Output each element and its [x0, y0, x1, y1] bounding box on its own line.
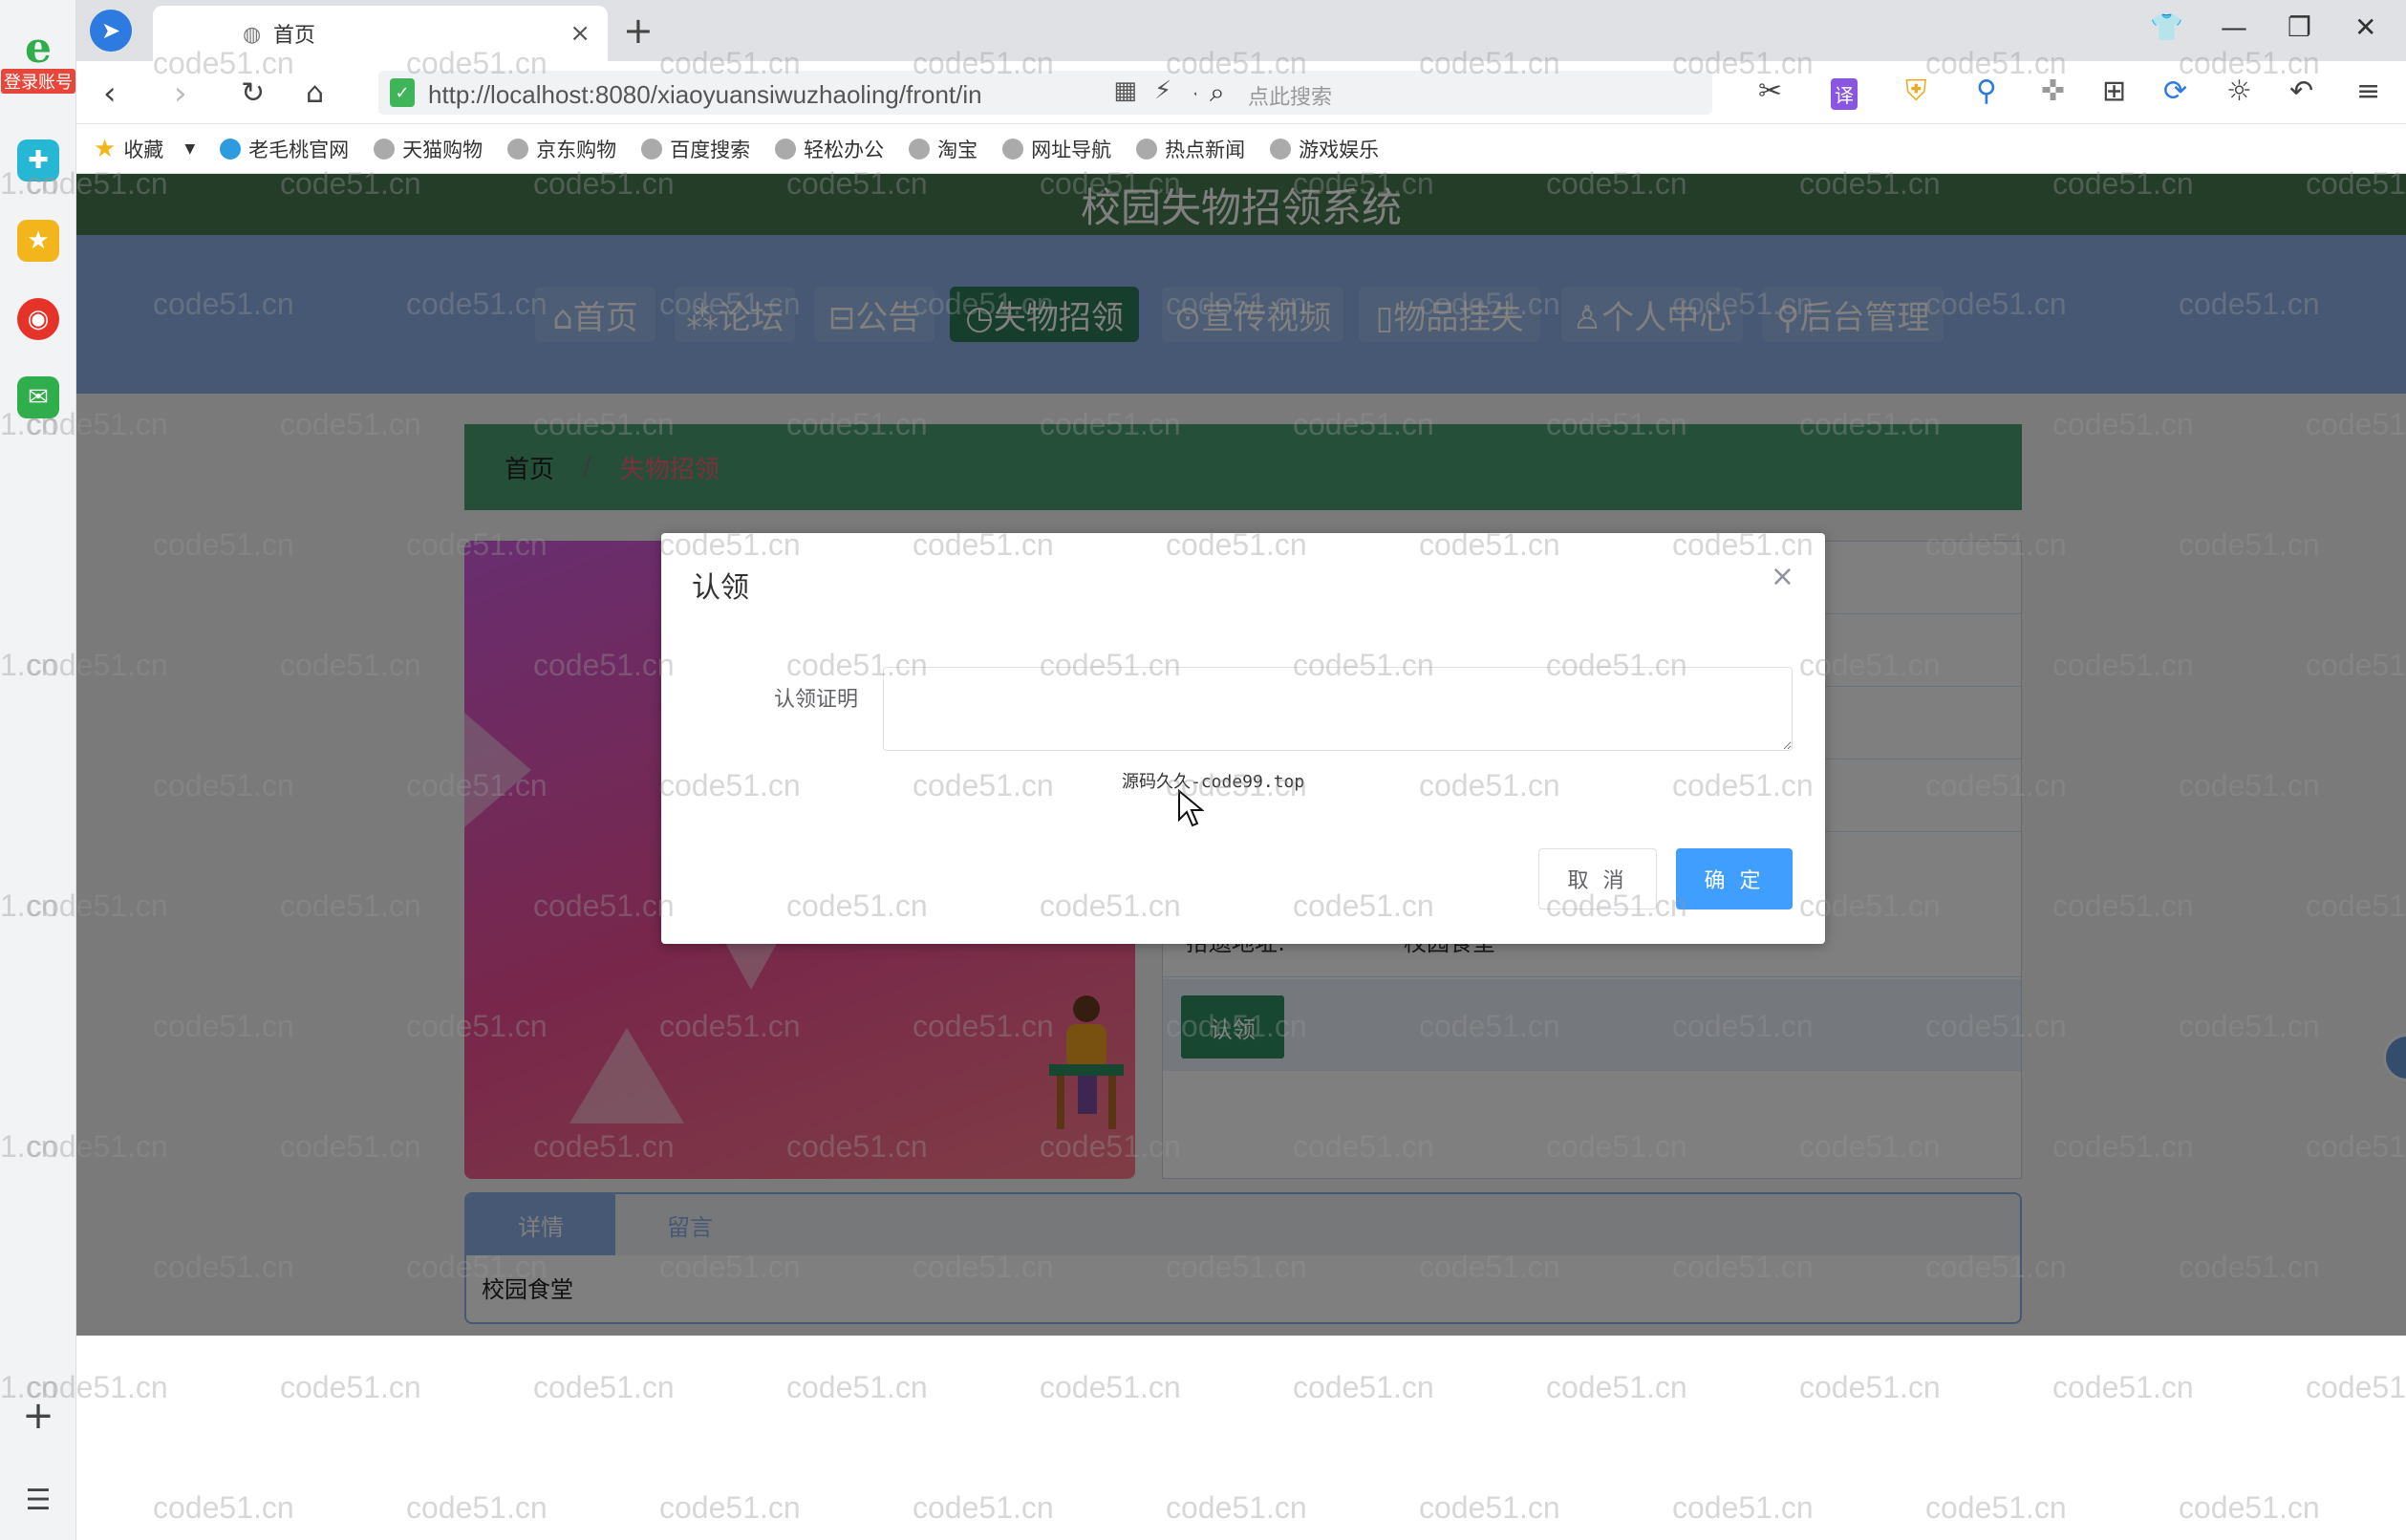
claim-dialog: 认领 × 认领证明 源码久久-code99.top 取 消 确 定 — [661, 533, 1825, 944]
close-tab-icon[interactable]: × — [569, 19, 591, 48]
watermark-text: code51.cn — [659, 1490, 801, 1525]
coupon-shield-icon[interactable]: ⛨ — [1905, 75, 1927, 108]
bookmark-favorites[interactable]: ★ 收藏 ▼ — [94, 135, 195, 163]
star-icon: ★ — [94, 134, 117, 163]
globe-icon — [909, 138, 931, 160]
app-sidebar: e 登录账号 ✚ ★ ◉ ✉ + ☰ — [0, 0, 76, 1540]
watermark-text: code51.cn — [1925, 1490, 2067, 1525]
globe-icon — [1136, 138, 1158, 160]
bookmark-item[interactable]: 游戏娱乐 — [1270, 135, 1379, 163]
plus-app-icon[interactable]: ✚ — [17, 139, 59, 182]
source-note: 源码久久-code99.top — [1122, 772, 1305, 792]
sync-icon[interactable]: ⟳ — [2163, 75, 2187, 108]
bookmark-item[interactable]: 天猫购物 — [374, 135, 483, 163]
bookmark-item[interactable]: 京东购物 — [507, 135, 616, 163]
undo-icon[interactable]: ↶ — [2289, 75, 2313, 108]
watermark-text: code51.cn — [280, 1370, 421, 1404]
watermark-text: code51.cn — [1419, 1490, 1560, 1525]
scissors-icon[interactable]: ✂ — [1758, 75, 1782, 108]
mouse-cursor-icon — [1177, 788, 1205, 837]
globe-icon — [641, 138, 663, 160]
close-window-icon[interactable]: ✕ — [2354, 11, 2376, 43]
new-tab-icon[interactable]: + — [623, 10, 654, 52]
chevron-down-icon[interactable]: ▼ — [184, 141, 195, 157]
translate-icon[interactable]: 译 — [1831, 78, 1858, 110]
forward-icon[interactable]: › — [174, 75, 187, 113]
home-icon[interactable]: ⌂ — [306, 76, 324, 110]
weibo-icon[interactable]: ◉ — [17, 298, 59, 340]
watermark-text: code51.cn — [1293, 1370, 1434, 1404]
tab-bar: ➤ ◍ 首页 × + 👕 — ❐ ✕ — [76, 0, 2406, 61]
globe-icon — [220, 138, 242, 160]
search-icon: ⌕ — [1210, 76, 1225, 108]
list-icon[interactable]: ☰ — [17, 1479, 59, 1521]
globe-icon — [1270, 138, 1292, 160]
bookmark-item[interactable]: 老毛桃官网 — [220, 135, 349, 163]
extensions-icon[interactable]: ✜ — [2041, 75, 2065, 108]
watermark-text: code51.cn — [1672, 1490, 1814, 1525]
watermark-text: code51.cn — [1546, 1370, 1687, 1404]
close-icon[interactable]: × — [1771, 560, 1794, 593]
watermark-text: code51.cn — [2306, 1370, 2406, 1404]
browser-tab-home[interactable]: ◍ 首页 × — [153, 6, 608, 61]
confirm-button[interactable]: 确 定 — [1676, 848, 1793, 909]
watermark-text: code51.cn — [406, 1490, 548, 1525]
watermark-text: code51.cn — [2052, 1370, 2194, 1404]
navigate-arrow-icon[interactable]: ➤ — [90, 10, 132, 52]
add-app-icon[interactable]: + — [17, 1394, 59, 1438]
globe-icon — [1002, 138, 1024, 160]
watermark-text: code51.cn — [1799, 1370, 1941, 1404]
search-placeholder: 点此搜索 — [1248, 86, 1333, 110]
bookmarks-bar: ★ 收藏 ▼ 老毛桃官网 天猫购物 京东购物 百度搜索 轻松办公 淘宝 网址导航… — [76, 124, 2406, 174]
watermark-text: code51.cn — [1166, 1490, 1307, 1525]
claim-proof-textarea[interactable] — [883, 667, 1793, 751]
globe-icon: ◍ — [243, 23, 262, 47]
bookmark-item[interactable]: 网址导航 — [1002, 135, 1111, 163]
bookmark-item[interactable]: 淘宝 — [909, 135, 977, 163]
search-box[interactable]: ⌕ 点此搜索 — [1196, 71, 1712, 115]
claim-proof-label: 认领证明 — [774, 688, 859, 712]
watermark-text: code51.cn — [533, 1370, 675, 1404]
magnifier-icon[interactable]: ⚲ — [1976, 75, 1997, 108]
cancel-button[interactable]: 取 消 — [1538, 848, 1657, 909]
dialog-title: 认领 — [692, 571, 749, 605]
login-badge[interactable]: 登录账号 — [1, 69, 75, 94]
star-app-icon[interactable]: ★ — [17, 220, 59, 262]
url-text[interactable]: http://localhost:8080/xiaoyuansiwuzhaoli… — [428, 80, 1020, 110]
globe-icon — [775, 138, 797, 160]
watermark-text: code51.cn — [2179, 1490, 2320, 1525]
back-icon[interactable]: ‹ — [103, 75, 117, 113]
bookmark-item[interactable]: 轻松办公 — [775, 135, 884, 163]
bookmark-item[interactable]: 百度搜索 — [641, 135, 750, 163]
url-box[interactable]: ✓ http://localhost:8080/xiaoyuansiwuzhao… — [378, 71, 1248, 115]
grid-icon[interactable]: ⊞ — [2102, 75, 2126, 108]
globe-icon — [374, 138, 396, 160]
mail-icon[interactable]: ✉ — [17, 376, 59, 418]
bookmark-item[interactable]: 热点新闻 — [1136, 135, 1245, 163]
watermark-text: code51.cn — [913, 1490, 1054, 1525]
menu-icon[interactable]: ≡ — [2356, 75, 2380, 108]
brightness-icon[interactable]: ☼ — [2226, 75, 2252, 108]
skin-icon[interactable]: 👕 — [2150, 11, 2183, 43]
minimize-icon[interactable]: — — [2221, 11, 2247, 43]
address-bar: ‹ › ↻ ⌂ ✓ http://localhost:8080/xiaoyuan… — [76, 61, 2406, 124]
globe-icon — [507, 138, 529, 160]
watermark-text: code51.cn — [153, 1490, 294, 1525]
watermark-text: code51.cn — [1040, 1370, 1181, 1404]
browser-logo-icon[interactable]: e — [11, 24, 65, 73]
tab-title: 首页 — [273, 24, 316, 48]
restore-icon[interactable]: ❐ — [2288, 11, 2311, 43]
watermark-text: code51.cn — [786, 1370, 928, 1404]
security-shield-icon: ✓ — [390, 78, 415, 107]
reload-icon[interactable]: ↻ — [241, 76, 265, 110]
